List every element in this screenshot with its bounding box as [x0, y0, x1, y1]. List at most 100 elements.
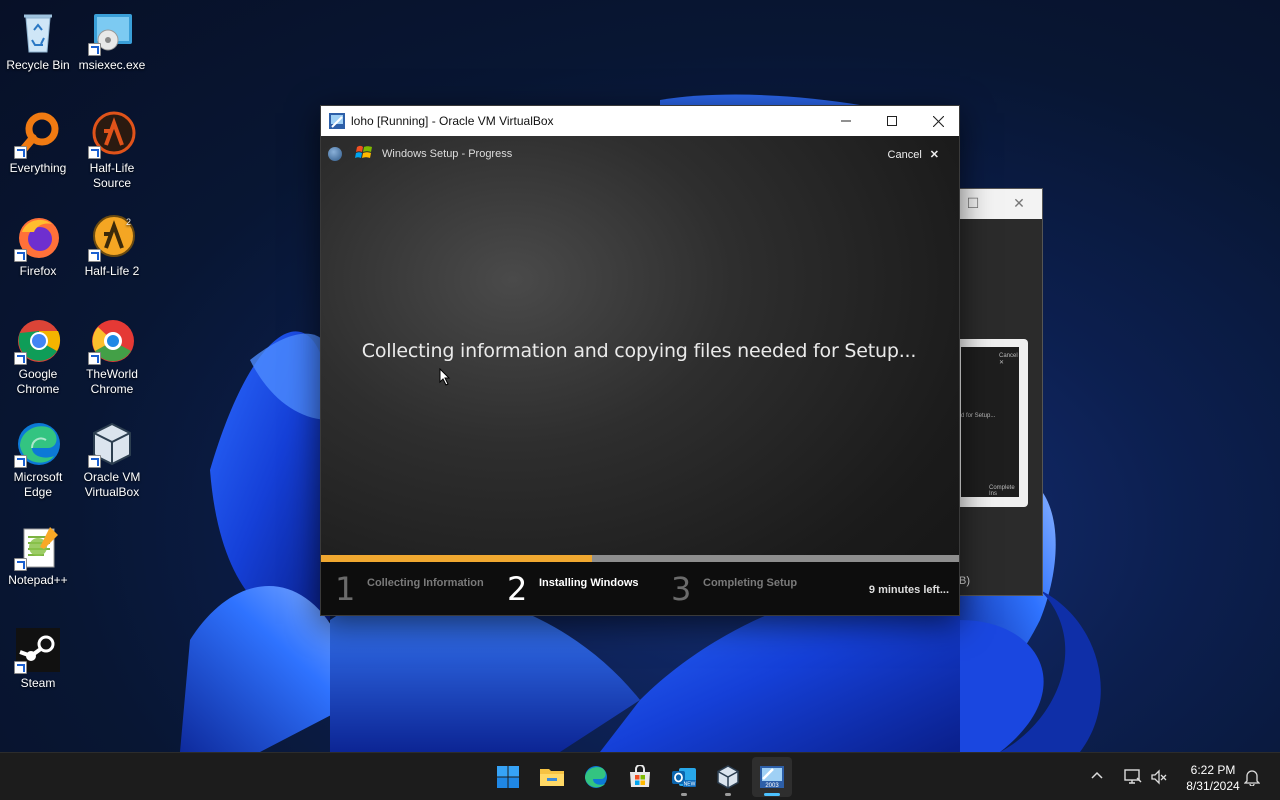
virtualbox-vm-window[interactable]: loho [Running] - Oracle VM VirtualBox Wi…	[320, 105, 960, 616]
desktop-icon-label: Recycle Bin	[6, 58, 70, 72]
maximize-button[interactable]	[869, 106, 915, 136]
desktop-icon-label: Notepad++	[8, 573, 68, 587]
desktop-icon-label: Google Chrome	[16, 367, 60, 396]
everything-search-icon	[14, 111, 62, 159]
close-icon: ✕	[929, 149, 939, 161]
clock-date: 8/31/2024	[1186, 779, 1240, 793]
recycle-bin-icon	[14, 8, 62, 56]
taskbar-microsoft-store[interactable]	[620, 757, 660, 797]
taskbar-outlook[interactable]: NEW	[664, 757, 704, 797]
network-icon[interactable]	[1123, 767, 1143, 787]
firefox-icon	[14, 214, 62, 262]
vm-session-icon: 2003	[760, 766, 784, 789]
windows-logo-icon	[355, 145, 372, 158]
desktop-icon-recycle-bin[interactable]: Recycle Bin	[0, 8, 76, 73]
vm-display[interactable]: Windows Setup - Progress Cancel ✕ Collect…	[321, 136, 959, 615]
desktop-icon-theworld-chrome[interactable]: TheWorld Chrome	[74, 317, 150, 397]
setup-header: Windows Setup - Progress Cancel ✕	[321, 136, 959, 172]
running-indicator	[725, 793, 731, 796]
shortcut-arrow-icon	[14, 249, 27, 262]
setup-status-message: Collecting information and copying files…	[361, 340, 917, 362]
taskbar: NEW 2003 6:22 PM 8/31/2024	[0, 752, 1280, 800]
desktop-icon-label: Microsoft Edge	[13, 470, 63, 499]
vm-session-badge: 2003	[765, 783, 779, 789]
mouse-cursor-icon	[439, 368, 451, 386]
active-indicator	[764, 793, 780, 796]
desktop-icon-label: TheWorld Chrome	[86, 367, 138, 396]
maximize-icon	[887, 116, 897, 126]
back-arrow-icon[interactable]	[328, 147, 342, 161]
desktop-icon-label: Half-Life Source	[89, 161, 135, 190]
desktop-icon-label: Half-Life 2	[84, 264, 140, 278]
desktop-icon-google-chrome[interactable]: Google Chrome	[0, 317, 76, 397]
desktop-icon-notepad-plus-plus[interactable]: Notepad++	[0, 523, 76, 588]
taskbar-start-button[interactable]	[488, 757, 528, 797]
volume-muted-icon[interactable]	[1149, 767, 1169, 787]
desktop-icon-label: Everything	[9, 161, 67, 175]
desktop-icon-steam[interactable]: Steam	[0, 626, 76, 691]
close-icon[interactable]: ✕	[1009, 195, 1029, 213]
edge-icon	[14, 420, 62, 468]
step-label: Installing Windows	[539, 577, 639, 589]
desktop-icon-msiexec[interactable]: msiexec.exe	[74, 8, 150, 73]
preview-steps-text: Complete Ins	[989, 485, 1015, 497]
virtualbox-icon	[717, 765, 739, 789]
vm-window-app-icon	[329, 113, 345, 129]
outlook-new-badge: NEW	[684, 782, 696, 788]
shortcut-arrow-icon	[88, 352, 101, 365]
desktop-icon-everything[interactable]: Everything	[0, 111, 76, 176]
shortcut-arrow-icon	[14, 352, 27, 365]
running-indicator	[681, 793, 687, 796]
step-label: Completing Setup	[703, 577, 798, 589]
notification-bell-icon[interactable]	[1243, 768, 1261, 791]
shortcut-arrow-icon	[88, 249, 101, 262]
svg-text:2: 2	[126, 217, 131, 227]
desktop-icon-microsoft-edge[interactable]: Microsoft Edge	[0, 420, 76, 500]
taskbar-virtualbox[interactable]	[708, 757, 748, 797]
virtualbox-manager-window[interactable]: ☐ ✕ Cancel ✕ d for Setup... Complete Ins…	[958, 188, 1043, 596]
desktop-icon-half-life-2[interactable]: 2 Half-Life 2	[74, 214, 150, 279]
manager-titlebar[interactable]: ☐ ✕	[959, 189, 1042, 219]
setup-steps-bar: 1 Collecting Information 2 Installing Wi…	[321, 562, 959, 615]
start-icon	[497, 766, 519, 788]
system-clock[interactable]: 6:22 PM 8/31/2024	[1176, 762, 1250, 794]
close-icon	[932, 115, 944, 127]
shortcut-arrow-icon	[88, 43, 101, 56]
outlook-icon: NEW	[672, 768, 696, 788]
desktop-icon-label: Oracle VM VirtualBox	[83, 470, 141, 499]
shortcut-arrow-icon	[14, 558, 27, 571]
vm-window-title: loho [Running] - Oracle VM VirtualBox	[351, 114, 554, 128]
preview-cancel-text: Cancel ✕	[999, 353, 1018, 366]
desktop-icon-label: Steam	[20, 676, 56, 690]
clock-time: 6:22 PM	[1190, 763, 1236, 777]
steam-icon	[14, 626, 62, 674]
minimize-icon	[841, 120, 851, 122]
half-life-source-icon	[88, 111, 136, 159]
file-explorer-icon	[540, 769, 564, 786]
desktop-icon-half-life-source[interactable]: Half-Life Source	[74, 111, 150, 191]
notepad-plus-plus-icon	[14, 523, 62, 571]
vm-preview-thumbnail: Cancel ✕ d for Setup... Complete Ins	[959, 339, 1028, 507]
show-hidden-icons-chevron-icon[interactable]	[1091, 768, 1103, 782]
taskbar-edge[interactable]	[576, 757, 616, 797]
close-button[interactable]	[915, 106, 961, 136]
desktop-icon-firefox[interactable]: Firefox	[0, 214, 76, 279]
setup-progress-fill	[321, 555, 593, 562]
maximize-icon[interactable]: ☐	[963, 195, 983, 213]
minimize-button[interactable]	[823, 106, 869, 136]
taskbar-vm-session[interactable]: 2003	[752, 757, 792, 797]
cancel-label: Cancel	[887, 149, 922, 161]
chrome-icon	[14, 317, 62, 365]
time-remaining: 9 minutes left...	[868, 584, 949, 596]
setup-progress-bar	[321, 555, 959, 562]
shortcut-arrow-icon	[14, 146, 27, 159]
desktop-icon-label: msiexec.exe	[78, 58, 146, 72]
cancel-button[interactable]: Cancel ✕	[888, 148, 939, 161]
virtualbox-icon	[88, 420, 136, 468]
taskbar-file-explorer[interactable]	[532, 757, 572, 797]
preview-message-text: d for Setup...	[961, 413, 996, 419]
vm-titlebar[interactable]: loho [Running] - Oracle VM VirtualBox	[321, 106, 959, 136]
msiexec-icon	[88, 8, 136, 56]
desktop-icon-oracle-vm-virtualbox[interactable]: Oracle VM VirtualBox	[74, 420, 150, 500]
microsoft-store-icon	[630, 765, 650, 787]
